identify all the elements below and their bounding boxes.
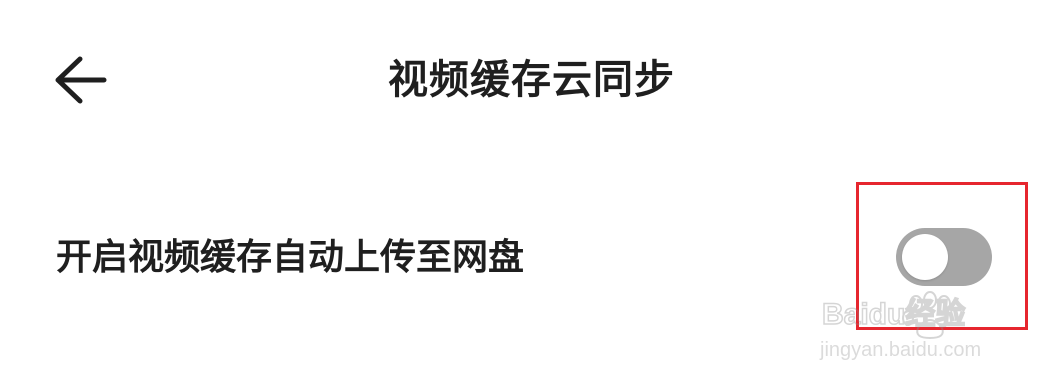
setting-label: 开启视频缓存自动上传至网盘 bbox=[56, 237, 525, 278]
toggle-knob bbox=[902, 234, 948, 280]
setting-row-auto-upload: 开启视频缓存自动上传至网盘 bbox=[0, 200, 1063, 320]
watermark-url: jingyan.baidu.com bbox=[819, 339, 981, 361]
top-app-bar: 视频缓存云同步 bbox=[0, 0, 1063, 160]
auto-upload-toggle[interactable] bbox=[896, 228, 992, 286]
page-title: 视频缓存云同步 bbox=[388, 57, 675, 103]
